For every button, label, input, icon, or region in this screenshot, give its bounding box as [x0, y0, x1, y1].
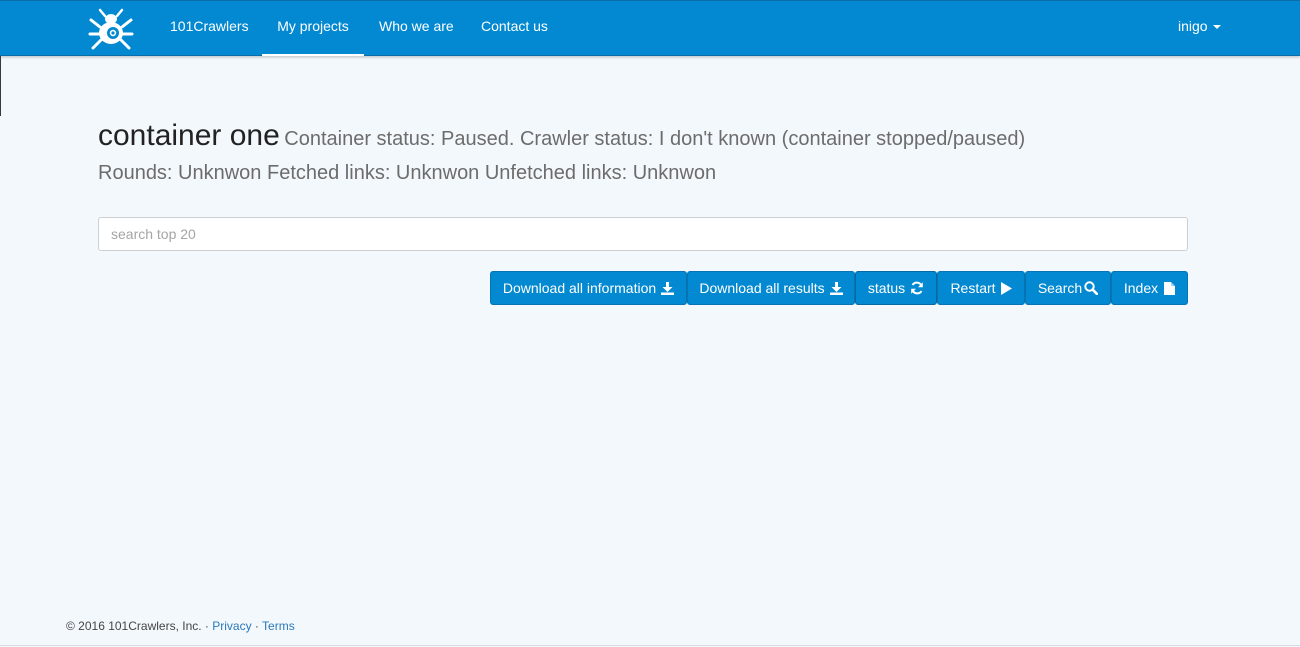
footer-separator: ·	[251, 619, 263, 633]
search-top-input[interactable]	[98, 217, 1188, 251]
search-label: Search	[1037, 280, 1083, 296]
footer: © 2016 101Crawlers, Inc. · Privacy · Ter…	[66, 619, 295, 633]
window-edge-divider	[0, 56, 1, 116]
nav-link-who-we-are[interactable]: Who we are	[379, 1, 454, 56]
search-button[interactable]: Search	[1025, 271, 1111, 305]
project-heading: container one Container status: Paused. …	[98, 119, 1025, 153]
status-label: status	[867, 280, 906, 296]
footer-terms-link[interactable]: Terms	[262, 619, 295, 633]
download-icon	[829, 281, 843, 295]
footer-copyright: © 2016 101Crawlers, Inc. ·	[66, 619, 213, 633]
container-status-text: Container status: Paused. Crawler status…	[284, 128, 1026, 150]
page-bottom-border	[0, 645, 1300, 646]
status-refresh-button[interactable]: status	[855, 271, 937, 305]
caret-down-icon	[1212, 25, 1221, 30]
restart-button[interactable]: Restart	[937, 271, 1025, 305]
index-button[interactable]: Index	[1111, 271, 1188, 305]
index-label: Index	[1123, 280, 1159, 296]
magnifier-icon	[1084, 281, 1099, 295]
file-icon	[1164, 281, 1176, 295]
spider-logo-icon[interactable]	[87, 7, 135, 51]
crawler-stats-text: Rounds: Unknwon Fetched links: Unknwon U…	[98, 162, 717, 184]
nav-brand-101crawlers[interactable]: 101Crawlers	[170, 1, 249, 56]
top-navbar: 101Crawlers My projects Who we are Conta…	[0, 0, 1300, 56]
play-icon	[1000, 281, 1012, 295]
user-menu-dropdown[interactable]: inigo	[1178, 1, 1221, 56]
download-all-information-button[interactable]: Download all information	[490, 271, 687, 305]
refresh-icon	[911, 281, 923, 295]
user-name: inigo	[1178, 18, 1208, 34]
download-all-results-label: Download all results	[699, 280, 825, 296]
restart-label: Restart	[950, 280, 996, 296]
nav-link-my-projects[interactable]: My projects	[262, 1, 364, 56]
download-all-results-button[interactable]: Download all results	[687, 271, 855, 305]
download-all-information-label: Download all information	[502, 280, 657, 296]
project-title: container one	[98, 119, 280, 152]
footer-privacy-link[interactable]: Privacy	[212, 619, 251, 633]
nav-link-contact-us[interactable]: Contact us	[481, 1, 548, 56]
download-icon	[661, 281, 675, 295]
